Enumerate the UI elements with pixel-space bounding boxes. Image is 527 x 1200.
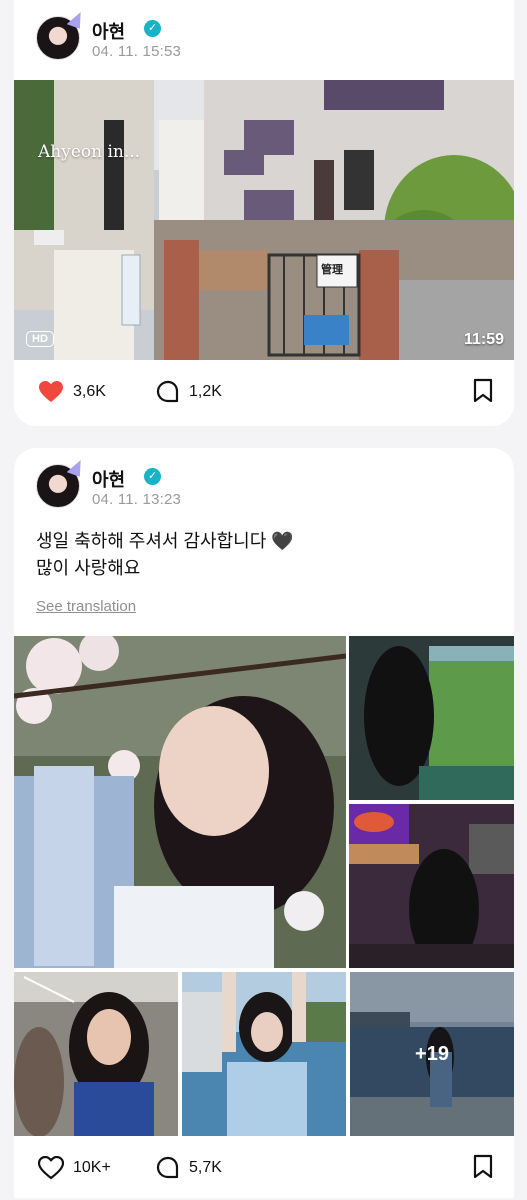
verified-badge-icon: ✓ <box>144 468 161 485</box>
video-overlay-text: Ahyeon in... <box>38 142 141 162</box>
author-avatar[interactable] <box>36 9 86 60</box>
photo-tile[interactable] <box>182 972 346 1136</box>
photo-tile[interactable] <box>349 804 514 968</box>
comment-button[interactable]: 5,7K <box>156 1154 222 1182</box>
bookmark-button[interactable] <box>472 378 494 409</box>
photo-tile[interactable] <box>14 636 346 968</box>
post-date: 04. 11. 15:53 <box>92 43 182 60</box>
photo-tile[interactable] <box>349 636 514 800</box>
post-card: 아현 ✓ 04. 11. 13:23 생일 축하해 주셔서 감사합니다 🖤 많이… <box>14 448 514 1198</box>
post-text: 생일 축하해 주셔서 감사합니다 🖤 많이 사랑해요 <box>36 528 294 582</box>
post-text-line: 많이 사랑해요 <box>36 558 141 578</box>
photo-image <box>349 804 514 968</box>
photo-tile[interactable] <box>14 972 178 1136</box>
comment-count: 5,7K <box>189 1159 222 1176</box>
post-actions: 10K+ 5,7K <box>38 1154 494 1182</box>
comment-bubble-icon <box>156 380 179 403</box>
party-hat-icon <box>66 457 86 477</box>
comment-count: 1,2K <box>189 383 222 400</box>
bookmark-button[interactable] <box>472 1154 494 1185</box>
more-photos-count: +19 <box>350 972 514 1136</box>
author-name[interactable]: 아현 <box>92 18 125 44</box>
post-text-line: 생일 축하해 주셔서 감사합니다 🖤 <box>36 531 294 551</box>
comment-button[interactable]: 1,2K <box>156 378 222 406</box>
like-button[interactable]: 3,6K <box>38 378 106 406</box>
post-header: 아현 ✓ 04. 11. 13:23 <box>36 457 496 514</box>
verified-badge-icon: ✓ <box>144 20 161 37</box>
photo-image <box>14 972 178 1136</box>
like-button[interactable]: 10K+ <box>38 1154 111 1182</box>
gate-sign-text: 管理 <box>321 264 343 276</box>
bookmark-icon <box>473 378 493 403</box>
photo-grid: +19 <box>14 636 514 1136</box>
author-avatar[interactable] <box>36 457 86 508</box>
post-actions: 3,6K 1,2K <box>38 378 494 406</box>
photo-tile-more[interactable]: +19 <box>350 972 514 1136</box>
video-scene <box>14 80 514 360</box>
see-translation-link[interactable]: See translation <box>36 598 136 615</box>
photo-image <box>14 636 346 968</box>
like-count: 3,6K <box>73 383 106 400</box>
author-name[interactable]: 아현 <box>92 466 125 492</box>
like-count: 10K+ <box>73 1159 111 1176</box>
video-thumbnail[interactable]: Ahyeon in... 管理 HD 11:59 <box>14 80 514 360</box>
video-duration: 11:59 <box>463 331 504 348</box>
post-card: 아현 ✓ 04. 11. 15:53 Ahyeon in... 管理 HD 11… <box>14 0 514 426</box>
heart-icon <box>39 381 63 402</box>
photo-image <box>182 972 346 1136</box>
bookmark-icon <box>473 1154 493 1179</box>
post-date: 04. 11. 13:23 <box>92 491 182 508</box>
party-hat-icon <box>66 9 86 29</box>
comment-bubble-icon <box>156 1156 179 1179</box>
photo-image <box>349 636 514 800</box>
heart-icon <box>38 1156 64 1180</box>
hd-badge: HD <box>26 331 54 347</box>
post-header: 아현 ✓ 04. 11. 15:53 <box>36 9 496 66</box>
